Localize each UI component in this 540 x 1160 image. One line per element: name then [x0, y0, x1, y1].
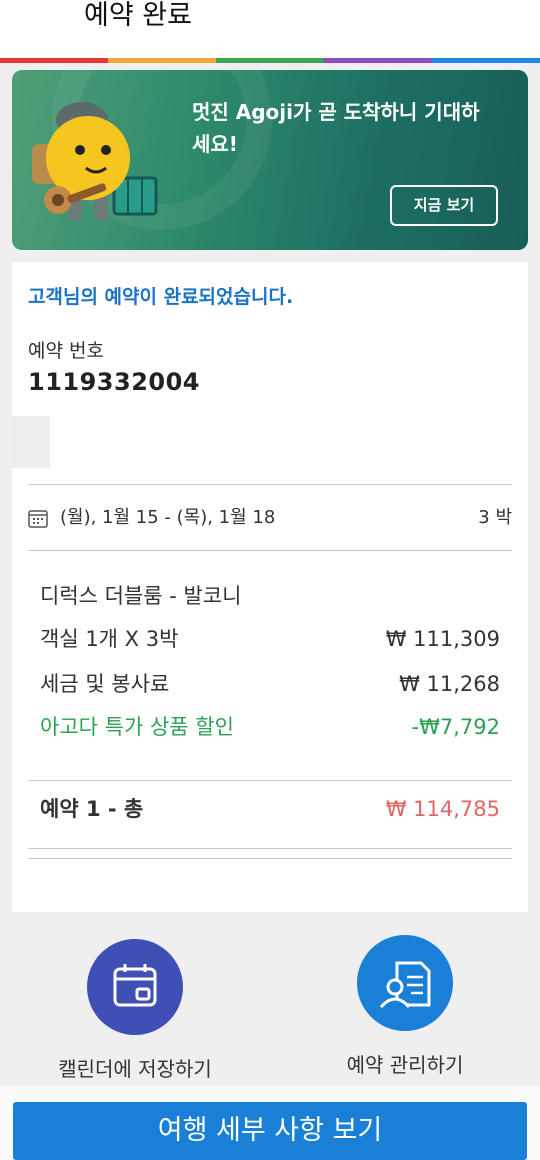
divider	[28, 848, 512, 849]
calendar-small-icon	[28, 510, 48, 528]
price-line-discount: 아고다 특가 상품 할인 -₩7,792	[40, 712, 500, 742]
promo-banner: 멋진 Agoji가 곧 도착하니 기대하세요! 지금 보기	[12, 70, 528, 250]
page-title: 예약 완료	[84, 0, 192, 31]
view-trip-details-button[interactable]: 여행 세부 사항 보기	[13, 1102, 527, 1160]
manage-booking-icon-glyph	[379, 961, 431, 1009]
price-line-tax: 세금 및 봉사료 ₩ 11,268	[40, 669, 500, 699]
total-value: ₩ 114,785	[385, 797, 500, 821]
calendar-icon	[87, 939, 183, 1035]
receipt-zigzag-edge	[12, 896, 528, 912]
agoji-mascot-icon	[32, 102, 158, 220]
divider	[28, 550, 512, 551]
save-to-calendar-label: 캘린더에 저장하기	[58, 1057, 212, 1081]
brand-color-segment	[324, 58, 432, 63]
view-now-button[interactable]: 지금 보기	[390, 185, 498, 226]
manage-booking-button[interactable]: 예약 관리하기	[305, 935, 505, 1085]
brand-color-segment	[432, 58, 540, 63]
discount-value: -₩7,792	[411, 715, 500, 739]
banner-message: 멋진 Agoji가 곧 도착하니 기대하세요!	[192, 100, 480, 156]
divider	[28, 858, 512, 859]
price-line-label: 세금 및 봉사료	[40, 672, 170, 696]
total-row: 예약 1 - 총 ₩ 114,785	[40, 794, 500, 824]
brand-color-segment	[216, 58, 324, 63]
brand-color-segment	[0, 58, 108, 63]
stay-dates: (월), 1월 15 - (목), 1월 18 3 박	[28, 506, 512, 534]
placeholder-block	[12, 416, 50, 468]
calendar-icon-glyph	[113, 964, 157, 1007]
price-line-label: 객실 1개 X 3박	[40, 627, 179, 651]
booking-number: 1119332004	[28, 368, 200, 396]
discount-label: 아고다 특가 상품 할인	[40, 715, 234, 739]
header-bar: 예약 완료	[0, 0, 540, 58]
booking-receipt: 고객님의 예약이 완료되었습니다. 예약 번호 1119332004 (월), …	[12, 262, 528, 912]
price-line-value: ₩ 11,268	[399, 672, 500, 696]
brand-color-strip	[0, 58, 540, 63]
booking-number-label: 예약 번호	[28, 340, 104, 362]
room-name: 디럭스 더블룸 - 발코니	[40, 584, 242, 608]
save-to-calendar-button[interactable]: 캘린더에 저장하기	[35, 939, 235, 1089]
price-line-value: ₩ 111,309	[385, 627, 500, 651]
total-label: 예약 1 - 총	[40, 797, 144, 821]
date-range: (월), 1월 15 - (목), 1월 18	[60, 507, 276, 528]
divider	[28, 780, 512, 781]
nights-count: 3 박	[478, 507, 512, 528]
divider	[28, 484, 512, 485]
manage-booking-label: 예약 관리하기	[346, 1053, 464, 1077]
price-line-room: 객실 1개 X 3박 ₩ 111,309	[40, 624, 500, 654]
booking-complete-heading: 고객님의 예약이 완료되었습니다.	[28, 286, 294, 308]
manage-booking-icon	[357, 935, 453, 1031]
brand-color-segment	[108, 58, 216, 63]
